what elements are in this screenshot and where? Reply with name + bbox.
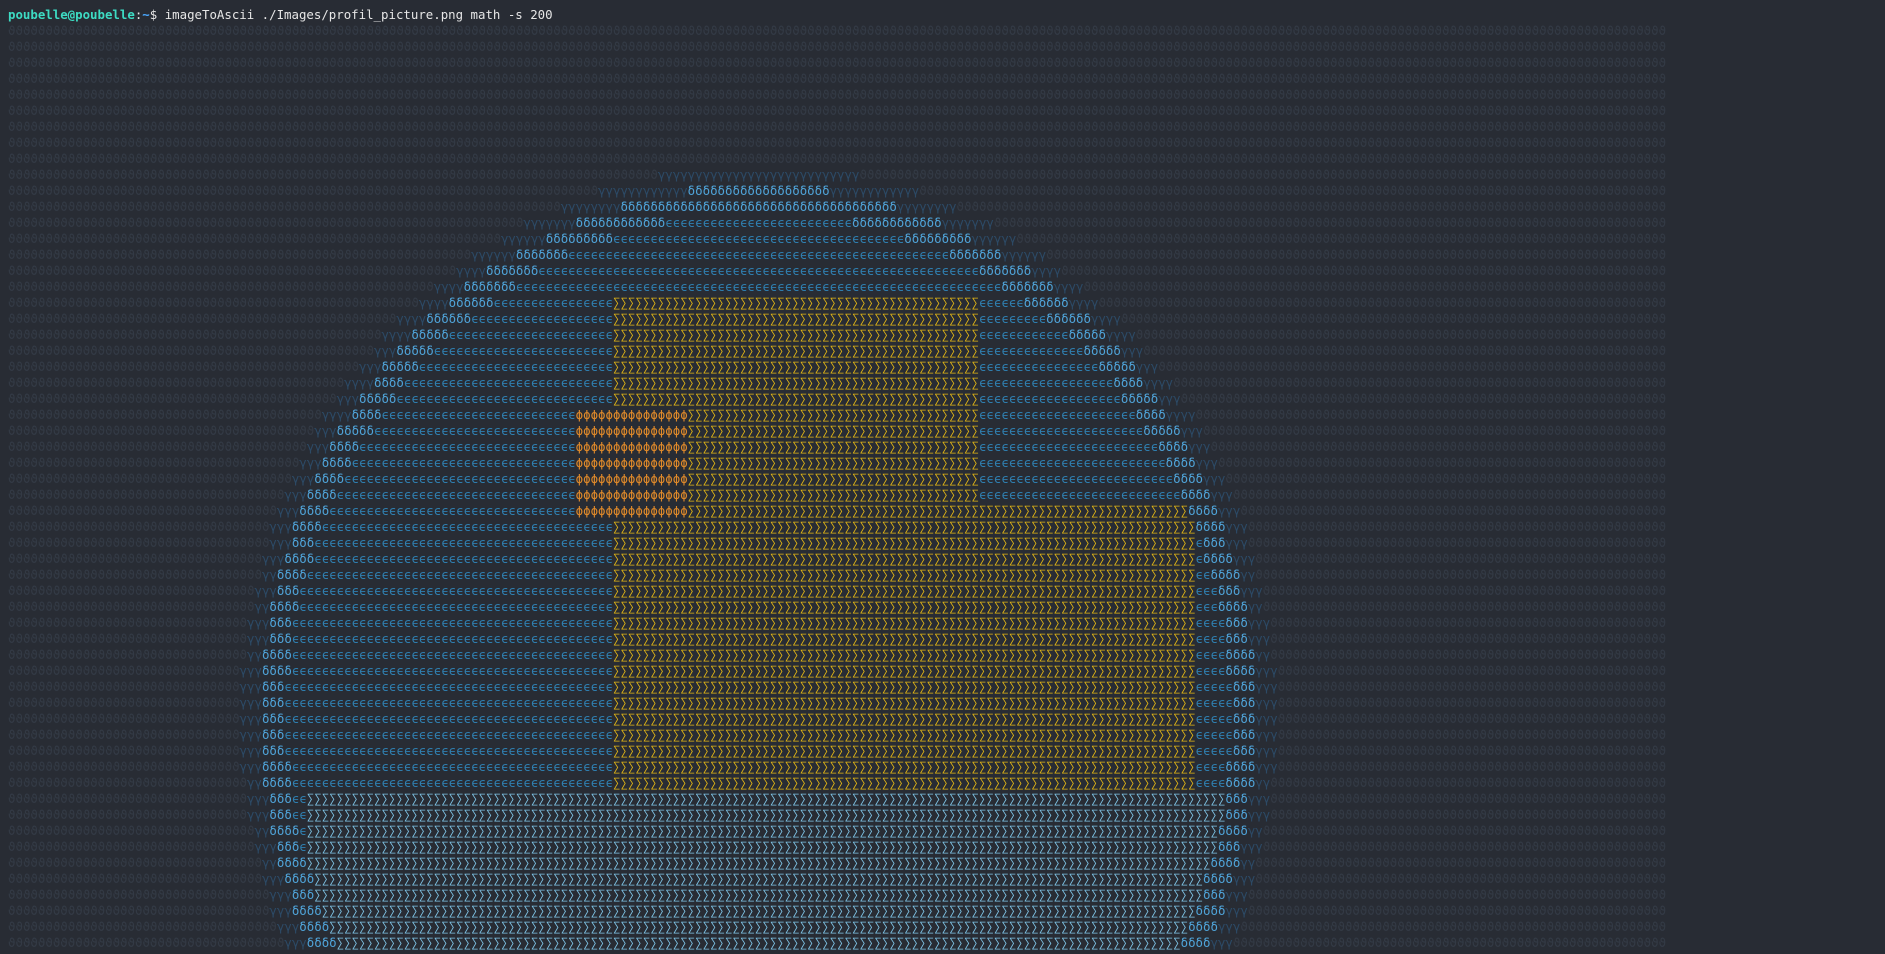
ascii-row: ϑϑϑϑϑϑϑϑϑϑϑϑϑϑϑϑϑϑϑϑϑϑϑϑϑϑϑϑϑϑϑγγγδδδδϵϵ… <box>8 663 1667 678</box>
ascii-row: ϑϑϑϑϑϑϑϑϑϑϑϑϑϑϑϑϑϑϑϑϑϑϑϑϑϑϑϑϑϑϑϑϑϑϑϑϑϑϑϑ… <box>8 375 1667 390</box>
ascii-row: ϑϑϑϑϑϑϑϑϑϑϑϑϑϑϑϑϑϑϑϑϑϑϑϑϑϑϑϑϑϑϑϑϑϑϑϑϑϑϑϑ… <box>8 71 1667 86</box>
prompt-symbol: $ <box>149 7 165 22</box>
ascii-row: ϑϑϑϑϑϑϑϑϑϑϑϑϑϑϑϑϑϑϑϑϑϑϑϑϑϑϑϑϑϑϑϑϑϑϑϑϑϑϑϑ… <box>8 407 1667 422</box>
ascii-row: ϑϑϑϑϑϑϑϑϑϑϑϑϑϑϑϑϑϑϑϑϑϑϑϑϑϑϑϑϑϑϑϑϑϑϑϑϑϑϑϑ… <box>8 359 1667 374</box>
ascii-row: ϑϑϑϑϑϑϑϑϑϑϑϑϑϑϑϑϑϑϑϑϑϑϑϑϑϑϑϑϑϑϑϑγγγδδδϵϵ… <box>8 807 1667 822</box>
ascii-row: ϑϑϑϑϑϑϑϑϑϑϑϑϑϑϑϑϑϑϑϑϑϑϑϑϑϑϑϑϑϑϑϑϑϑγγγδδδ… <box>8 871 1667 886</box>
ascii-row: ϑϑϑϑϑϑϑϑϑϑϑϑϑϑϑϑϑϑϑϑϑϑϑϑϑϑϑϑϑϑϑϑϑϑϑϑϑϑϑϑ… <box>8 135 1667 150</box>
ascii-row: ϑϑϑϑϑϑϑϑϑϑϑϑϑϑϑϑϑϑϑϑϑϑϑϑϑϑϑϑϑϑϑϑγγγδδδϵϵ… <box>8 791 1667 806</box>
ascii-row: ϑϑϑϑϑϑϑϑϑϑϑϑϑϑϑϑϑϑϑϑϑϑϑϑϑϑϑϑϑϑϑϑϑϑγγδδδδ… <box>8 855 1667 870</box>
ascii-row: ϑϑϑϑϑϑϑϑϑϑϑϑϑϑϑϑϑϑϑϑϑϑϑϑϑϑϑϑϑϑϑϑϑϑγγγδδδ… <box>8 551 1667 566</box>
ascii-row: ϑϑϑϑϑϑϑϑϑϑϑϑϑϑϑϑϑϑϑϑϑϑϑϑϑϑϑϑϑϑϑϑϑϑϑϑϑϑϑϑ… <box>8 391 1667 406</box>
ascii-row: ϑϑϑϑϑϑϑϑϑϑϑϑϑϑϑϑϑϑϑϑϑϑϑϑϑϑϑϑϑϑϑϑϑϑϑγγγδδ… <box>8 535 1667 550</box>
ascii-row: ϑϑϑϑϑϑϑϑϑϑϑϑϑϑϑϑϑϑϑϑϑϑϑϑϑϑϑϑϑϑϑϑϑϑϑϑϑϑϑϑ… <box>8 55 1667 70</box>
ascii-row: ϑϑϑϑϑϑϑϑϑϑϑϑϑϑϑϑϑϑϑϑϑϑϑϑϑϑϑϑϑϑϑϑϑϑϑϑϑϑϑϑ… <box>8 119 1667 134</box>
ascii-row: ϑϑϑϑϑϑϑϑϑϑϑϑϑϑϑϑϑϑϑϑϑϑϑϑϑϑϑϑϑϑϑϑϑϑϑϑϑϑϑϑ… <box>8 279 1667 294</box>
ascii-row: ϑϑϑϑϑϑϑϑϑϑϑϑϑϑϑϑϑϑϑϑϑϑϑϑϑϑϑϑϑϑϑϑϑϑγγδδδδ… <box>8 567 1667 582</box>
ascii-art-output: ϑϑϑϑϑϑϑϑϑϑϑϑϑϑϑϑϑϑϑϑϑϑϑϑϑϑϑϑϑϑϑϑϑϑϑϑϑϑϑϑ… <box>8 23 1666 954</box>
ascii-row: ϑϑϑϑϑϑϑϑϑϑϑϑϑϑϑϑϑϑϑϑϑϑϑϑϑϑϑϑϑϑϑϑγγγδδδϵϵ… <box>8 615 1667 630</box>
ascii-row: ϑϑϑϑϑϑϑϑϑϑϑϑϑϑϑϑϑϑϑϑϑϑϑϑϑϑϑϑϑϑϑϑϑϑϑϑϑϑϑϑ… <box>8 39 1667 54</box>
ascii-row: ϑϑϑϑϑϑϑϑϑϑϑϑϑϑϑϑϑϑϑϑϑϑϑϑϑϑϑϑϑϑϑγγγδδδϵϵϵ… <box>8 679 1667 694</box>
ascii-row: ϑϑϑϑϑϑϑϑϑϑϑϑϑϑϑϑϑϑϑϑϑϑϑϑϑϑϑϑϑϑϑϑϑϑϑϑϑγγγ… <box>8 487 1667 502</box>
ascii-row: ϑϑϑϑϑϑϑϑϑϑϑϑϑϑϑϑϑϑϑϑϑϑϑϑϑϑϑϑϑϑϑϑϑϑϑϑϑϑϑϑ… <box>8 423 1667 438</box>
ascii-row: ϑϑϑϑϑϑϑϑϑϑϑϑϑϑϑϑϑϑϑϑϑϑϑϑϑϑϑϑϑϑϑγγγδδδδϵϵ… <box>8 759 1667 774</box>
ascii-row: ϑϑϑϑϑϑϑϑϑϑϑϑϑϑϑϑϑϑϑϑϑϑϑϑϑϑϑϑϑϑϑϑϑϑϑϑϑϑϑϑ… <box>8 199 1667 214</box>
prompt-user-host: poubelle@poubelle <box>8 7 135 22</box>
ascii-row: ϑϑϑϑϑϑϑϑϑϑϑϑϑϑϑϑϑϑϑϑϑϑϑϑϑϑϑϑϑϑϑϑϑϑϑϑϑϑϑϑ… <box>8 23 1667 38</box>
ascii-row: ϑϑϑϑϑϑϑϑϑϑϑϑϑϑϑϑϑϑϑϑϑϑϑϑϑϑϑϑϑϑϑϑϑϑϑγγγδδ… <box>8 519 1667 534</box>
ascii-row: ϑϑϑϑϑϑϑϑϑϑϑϑϑϑϑϑϑϑϑϑϑϑϑϑϑϑϑϑϑϑϑϑϑϑϑϑϑϑϑϑ… <box>8 343 1667 358</box>
ascii-row: ϑϑϑϑϑϑϑϑϑϑϑϑϑϑϑϑϑϑϑϑϑϑϑϑϑϑϑϑϑϑϑϑϑγγγδδδϵ… <box>8 583 1667 598</box>
prompt-line: poubelle@poubelle:~$ imageToAscii ./Imag… <box>8 7 1885 23</box>
ascii-row: ϑϑϑϑϑϑϑϑϑϑϑϑϑϑϑϑϑϑϑϑϑϑϑϑϑϑϑϑϑϑϑϑϑϑϑϑϑϑγγ… <box>8 471 1667 486</box>
ascii-row: ϑϑϑϑϑϑϑϑϑϑϑϑϑϑϑϑϑϑϑϑϑϑϑϑϑϑϑϑϑϑϑϑϑϑϑϑϑϑϑϑ… <box>8 87 1667 102</box>
command-text: imageToAscii ./Images/profil_picture.png… <box>164 7 553 22</box>
ascii-row: ϑϑϑϑϑϑϑϑϑϑϑϑϑϑϑϑϑϑϑϑϑϑϑϑϑϑϑϑϑϑϑγγγδδδϵϵϵ… <box>8 743 1667 758</box>
ascii-row: ϑϑϑϑϑϑϑϑϑϑϑϑϑϑϑϑϑϑϑϑϑϑϑϑϑϑϑϑϑϑϑϑϑϑϑϑϑϑϑϑ… <box>8 183 1667 198</box>
ascii-row: ϑϑϑϑϑϑϑϑϑϑϑϑϑϑϑϑϑϑϑϑϑϑϑϑϑϑϑϑϑϑϑϑϑϑϑϑϑϑϑϑ… <box>8 263 1667 278</box>
ascii-row: ϑϑϑϑϑϑϑϑϑϑϑϑϑϑϑϑϑϑϑϑϑϑϑϑϑϑϑϑϑϑϑϑϑγγδδδδϵ… <box>8 599 1667 614</box>
ascii-row: ϑϑϑϑϑϑϑϑϑϑϑϑϑϑϑϑϑϑϑϑϑϑϑϑϑϑϑϑϑϑϑϑϑϑϑγγγδδ… <box>8 887 1667 902</box>
ascii-row: ϑϑϑϑϑϑϑϑϑϑϑϑϑϑϑϑϑϑϑϑϑϑϑϑϑϑϑϑϑϑϑϑϑϑϑϑϑϑϑϑ… <box>8 215 1667 230</box>
ascii-row: ϑϑϑϑϑϑϑϑϑϑϑϑϑϑϑϑϑϑϑϑϑϑϑϑϑϑϑϑϑϑϑϑϑϑϑϑϑϑϑϑ… <box>8 231 1667 246</box>
ascii-row: ϑϑϑϑϑϑϑϑϑϑϑϑϑϑϑϑϑϑϑϑϑϑϑϑϑϑϑϑϑϑϑγγγδδδϵϵϵ… <box>8 695 1667 710</box>
ascii-row: ϑϑϑϑϑϑϑϑϑϑϑϑϑϑϑϑϑϑϑϑϑϑϑϑϑϑϑϑϑϑϑϑϑϑϑϑϑϑϑϑ… <box>8 327 1667 342</box>
ascii-row: ϑϑϑϑϑϑϑϑϑϑϑϑϑϑϑϑϑϑϑϑϑϑϑϑϑϑϑϑϑϑϑϑϑϑϑϑϑϑϑϑ… <box>8 311 1667 326</box>
ascii-row: ϑϑϑϑϑϑϑϑϑϑϑϑϑϑϑϑϑϑϑϑϑϑϑϑϑϑϑϑϑϑϑϑγγδδδδϵϵ… <box>8 775 1667 790</box>
ascii-row: ϑϑϑϑϑϑϑϑϑϑϑϑϑϑϑϑϑϑϑϑϑϑϑϑϑϑϑϑϑϑϑϑϑγγδδδδϵ… <box>8 823 1667 838</box>
ascii-row: ϑϑϑϑϑϑϑϑϑϑϑϑϑϑϑϑϑϑϑϑϑϑϑϑϑϑϑϑϑϑϑϑϑϑϑϑϑϑϑϑ… <box>8 151 1667 166</box>
ascii-row: ϑϑϑϑϑϑϑϑϑϑϑϑϑϑϑϑϑϑϑϑϑϑϑϑϑϑϑϑϑϑϑϑϑϑϑγγγδδ… <box>8 903 1667 918</box>
ascii-row: ϑϑϑϑϑϑϑϑϑϑϑϑϑϑϑϑϑϑϑϑϑϑϑϑϑϑϑϑϑϑϑϑϑγγγδδδϵ… <box>8 839 1667 854</box>
ascii-row: ϑϑϑϑϑϑϑϑϑϑϑϑϑϑϑϑϑϑϑϑϑϑϑϑϑϑϑϑϑϑϑϑϑϑϑϑϑγγγ… <box>8 935 1667 950</box>
ascii-row: ϑϑϑϑϑϑϑϑϑϑϑϑϑϑϑϑϑϑϑϑϑϑϑϑϑϑϑϑϑϑϑϑγγγδδδϵϵ… <box>8 631 1667 646</box>
ascii-row: ϑϑϑϑϑϑϑϑϑϑϑϑϑϑϑϑϑϑϑϑϑϑϑϑϑϑϑϑϑϑϑϑϑϑϑϑγγγδ… <box>8 919 1667 934</box>
ascii-row: ϑϑϑϑϑϑϑϑϑϑϑϑϑϑϑϑϑϑϑϑϑϑϑϑϑϑϑϑϑϑϑϑϑϑϑϑϑϑϑϑ… <box>8 439 1667 454</box>
ascii-row: ϑϑϑϑϑϑϑϑϑϑϑϑϑϑϑϑϑϑϑϑϑϑϑϑϑϑϑϑϑϑϑϑϑϑϑϑϑϑϑϑ… <box>8 103 1667 118</box>
ascii-row: ϑϑϑϑϑϑϑϑϑϑϑϑϑϑϑϑϑϑϑϑϑϑϑϑϑϑϑϑϑϑϑγγγδδδϵϵϵ… <box>8 711 1667 726</box>
ascii-row: ϑϑϑϑϑϑϑϑϑϑϑϑϑϑϑϑϑϑϑϑϑϑϑϑϑϑϑϑϑϑϑϑϑϑϑϑγγγδ… <box>8 503 1667 518</box>
ascii-row: ϑϑϑϑϑϑϑϑϑϑϑϑϑϑϑϑϑϑϑϑϑϑϑϑϑϑϑϑϑϑϑϑϑϑϑϑϑϑϑϑ… <box>8 167 1667 182</box>
ascii-row: ϑϑϑϑϑϑϑϑϑϑϑϑϑϑϑϑϑϑϑϑϑϑϑϑϑϑϑϑϑϑϑϑϑϑϑϑϑϑϑγ… <box>8 455 1667 470</box>
ascii-row: ϑϑϑϑϑϑϑϑϑϑϑϑϑϑϑϑϑϑϑϑϑϑϑϑϑϑϑϑϑϑϑϑϑϑϑϑϑϑϑϑ… <box>8 247 1667 262</box>
prompt-cwd: ~ <box>142 7 150 22</box>
ascii-row: ϑϑϑϑϑϑϑϑϑϑϑϑϑϑϑϑϑϑϑϑϑϑϑϑϑϑϑϑϑϑϑγγγδδδϵϵϵ… <box>8 727 1667 742</box>
ascii-row: ϑϑϑϑϑϑϑϑϑϑϑϑϑϑϑϑϑϑϑϑϑϑϑϑϑϑϑϑϑϑϑϑγγδδδδϵϵ… <box>8 647 1667 662</box>
terminal-window[interactable]: poubelle@poubelle:~$ imageToAscii ./Imag… <box>0 0 1885 954</box>
ascii-row: ϑϑϑϑϑϑϑϑϑϑϑϑϑϑϑϑϑϑϑϑϑϑϑϑϑϑϑϑϑϑϑϑϑϑϑϑϑϑϑϑ… <box>8 295 1667 310</box>
